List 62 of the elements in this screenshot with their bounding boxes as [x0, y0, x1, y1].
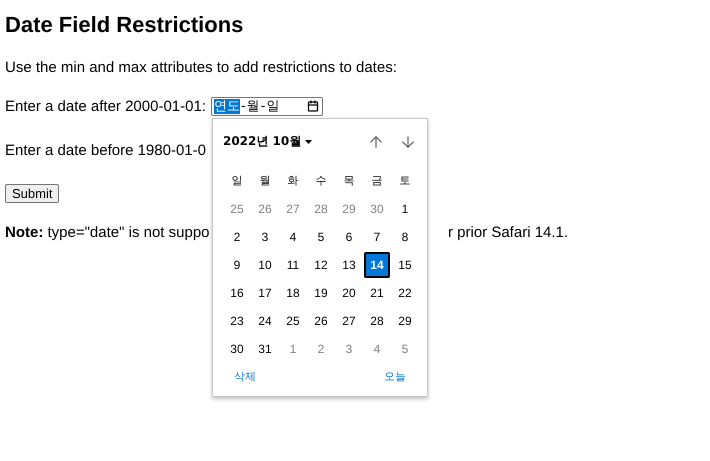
day-cell[interactable]: 22 — [392, 280, 418, 306]
day-cell[interactable]: 27 — [336, 308, 362, 334]
day-cell[interactable]: 29 — [392, 308, 418, 334]
weekday-label: 토 — [398, 173, 412, 189]
day-cell[interactable]: 4 — [364, 336, 390, 362]
clear-link[interactable]: 삭제 — [234, 368, 256, 384]
day-cell[interactable]: 28 — [364, 308, 390, 334]
day-cell[interactable]: 17 — [252, 280, 278, 306]
weekday-label: 일 — [230, 173, 244, 189]
day-cell[interactable]: 1 — [280, 336, 306, 362]
day-cell[interactable]: 16 — [224, 280, 250, 306]
day-cell[interactable]: 14 — [364, 252, 390, 278]
day-cell[interactable]: 6 — [336, 224, 362, 250]
weekday-label: 금 — [370, 173, 384, 189]
day-cell[interactable]: 13 — [336, 252, 362, 278]
day-cell[interactable]: 5 — [392, 336, 418, 362]
day-cell[interactable]: 9 — [224, 252, 250, 278]
day-cell[interactable]: 26 — [308, 308, 334, 334]
day-cell[interactable]: 5 — [308, 224, 334, 250]
day-cell[interactable]: 25 — [280, 308, 306, 334]
day-cell[interactable]: 15 — [392, 252, 418, 278]
weekday-label: 수 — [314, 173, 328, 189]
day-cell[interactable]: 24 — [252, 308, 278, 334]
day-cell[interactable]: 31 — [252, 336, 278, 362]
caret-icon — [305, 140, 312, 144]
day-cell[interactable]: 3 — [336, 336, 362, 362]
weekday-label: 월 — [258, 173, 272, 189]
day-cell[interactable]: 20 — [336, 280, 362, 306]
page-heading: Date Field Restrictions — [5, 11, 244, 39]
day-cell[interactable]: 21 — [364, 280, 390, 306]
day-cell[interactable]: 2 — [308, 336, 334, 362]
day-cell[interactable]: 3 — [252, 224, 278, 250]
day-cell[interactable]: 28 — [308, 196, 334, 222]
calendar-icon[interactable] — [306, 100, 319, 112]
day-cell[interactable]: 27 — [280, 196, 306, 222]
day-cell[interactable]: 12 — [308, 252, 334, 278]
day-cell[interactable]: 8 — [392, 224, 418, 250]
weekday-label: 목 — [342, 173, 356, 189]
day-cell[interactable]: 30 — [224, 336, 250, 362]
day-cell[interactable]: 4 — [280, 224, 306, 250]
field-label: Enter a date after 2000-01-01: — [5, 98, 206, 114]
intro-text: Use the min and max attributes to add restrictions to dates: — [5, 58, 398, 78]
day-cell[interactable]: 7 — [364, 224, 390, 250]
day-cell[interactable]: 25 — [224, 196, 250, 222]
day-cell[interactable]: 1 — [392, 196, 418, 222]
submit-button[interactable]: Submit — [5, 184, 60, 203]
today-link[interactable]: 오늘 — [384, 368, 406, 384]
note-text: r prior Safari 14.1. — [448, 223, 570, 243]
day-cell[interactable]: 19 — [308, 280, 334, 306]
date-field[interactable]: 연도-월-일 — [210, 96, 323, 116]
day-cell[interactable]: 30 — [364, 196, 390, 222]
day-cell[interactable]: 29 — [336, 196, 362, 222]
day-cell[interactable]: 18 — [280, 280, 306, 306]
month-selector[interactable]: 2022년 10월 — [222, 133, 312, 150]
day-cell[interactable]: 10 — [252, 252, 278, 278]
day-cell[interactable]: 11 — [280, 252, 306, 278]
note-text: Note: type="date" is not suppo — [5, 223, 211, 243]
day-cell[interactable]: 2 — [224, 224, 250, 250]
day-cell[interactable]: 23 — [224, 308, 250, 334]
day-cell[interactable]: 26 — [252, 196, 278, 222]
field-label: Enter a date before 1980-01-0 — [5, 142, 206, 158]
weekday-label: 화 — [286, 173, 300, 189]
